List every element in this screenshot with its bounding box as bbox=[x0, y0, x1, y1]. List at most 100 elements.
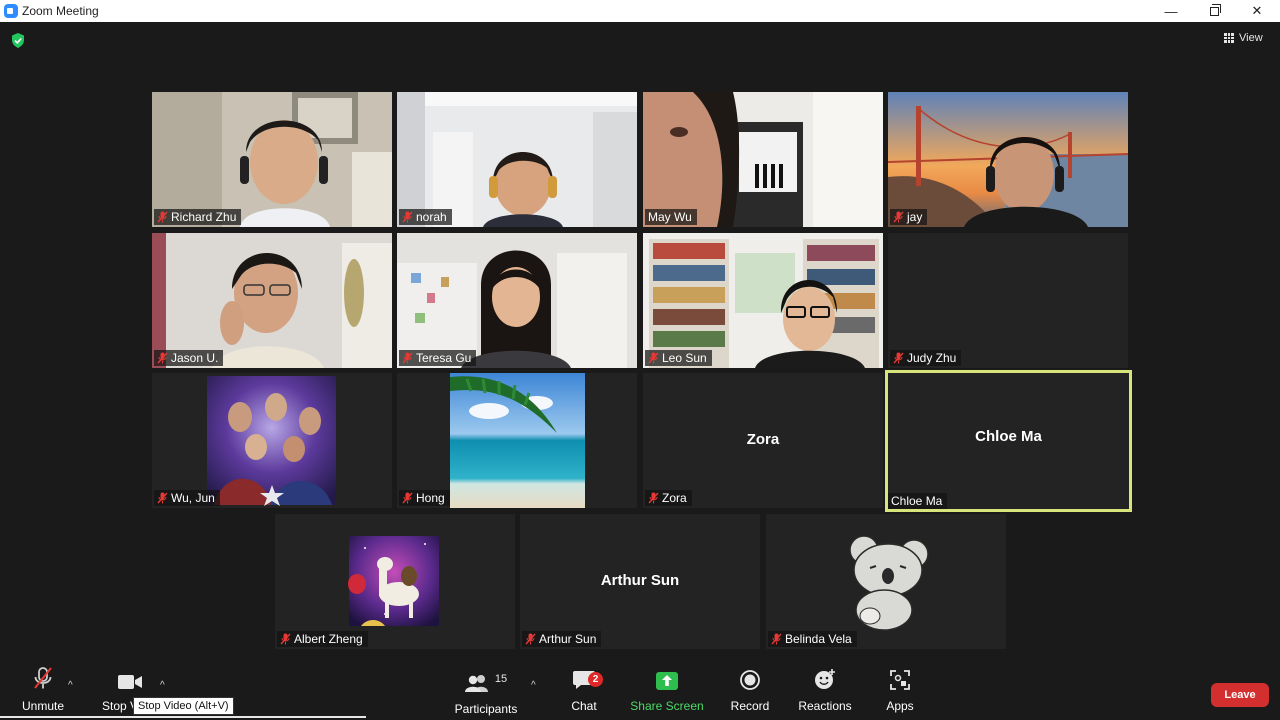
participant-name-label: Hong bbox=[399, 490, 450, 506]
participant-name-label: Belinda Vela bbox=[768, 631, 857, 647]
video-tile-hong[interactable]: Hong bbox=[397, 373, 637, 508]
participant-name-label: Wu, Jun bbox=[154, 490, 220, 506]
participant-video bbox=[152, 92, 392, 227]
restore-icon bbox=[1209, 3, 1221, 16]
video-tile-norah[interactable]: norah bbox=[397, 92, 637, 227]
video-tile-judy-zhu[interactable]: Judy Zhu bbox=[888, 233, 1128, 368]
record-button[interactable]: Record bbox=[728, 664, 772, 720]
video-tile-may-wu[interactable]: May Wu bbox=[643, 92, 883, 227]
participant-name-label: May Wu bbox=[645, 209, 697, 225]
hover-underline bbox=[0, 716, 366, 718]
title-bar: Zoom Meeting — ✕ bbox=[0, 0, 1280, 22]
participant-name-label: norah bbox=[399, 209, 452, 225]
close-button[interactable]: ✕ bbox=[1234, 0, 1280, 22]
video-tile-wu-jun[interactable]: Wu, Jun bbox=[152, 373, 392, 508]
zoom-app-icon bbox=[4, 4, 18, 18]
video-tile-zora[interactable]: Zora Zora bbox=[643, 373, 883, 508]
participant-name: Judy Zhu bbox=[907, 351, 957, 365]
audio-options-caret[interactable]: ^ bbox=[68, 680, 73, 691]
participant-name: Albert Zheng bbox=[294, 632, 363, 646]
microphone-muted-icon bbox=[893, 352, 904, 364]
participant-name-label: Arthur Sun bbox=[522, 631, 602, 647]
microphone-muted-icon bbox=[771, 633, 782, 645]
record-circle-icon bbox=[740, 670, 760, 690]
video-tile-arthur-sun[interactable]: Arthur Sun Arthur Sun bbox=[520, 514, 760, 649]
participant-center-name: Chloe Ma bbox=[975, 428, 1042, 445]
participant-name: May Wu bbox=[648, 210, 692, 224]
microphone-muted-icon bbox=[893, 211, 904, 223]
participant-video bbox=[152, 233, 392, 368]
participants-options-caret[interactable]: ^ bbox=[531, 680, 536, 691]
participants-label: Participants bbox=[454, 702, 518, 716]
participant-name: norah bbox=[416, 210, 447, 224]
participant-name: Arthur Sun bbox=[539, 632, 597, 646]
people-icon bbox=[464, 675, 488, 692]
video-tile-teresa-gu[interactable]: Teresa Gu bbox=[397, 233, 637, 368]
participant-video bbox=[643, 92, 883, 227]
video-tile-chloe-ma-active-speaker[interactable]: Chloe Ma Chloe Ma bbox=[885, 370, 1132, 512]
participant-name: Belinda Vela bbox=[785, 632, 852, 646]
chat-unread-badge: 2 bbox=[588, 672, 603, 687]
video-tile-jay[interactable]: jay bbox=[888, 92, 1128, 227]
leave-meeting-button[interactable]: Leave bbox=[1211, 683, 1269, 707]
microphone-muted-icon bbox=[280, 633, 291, 645]
profile-picture-beach bbox=[450, 373, 585, 508]
video-tile-jason-u[interactable]: Jason U. bbox=[152, 233, 392, 368]
participant-name-label: Leo Sun bbox=[645, 350, 712, 366]
participant-name-label: Richard Zhu bbox=[154, 209, 242, 225]
microphone-muted-icon bbox=[402, 492, 413, 504]
chat-label: Chat bbox=[571, 699, 597, 713]
grid-icon bbox=[1224, 33, 1234, 43]
video-options-caret[interactable]: ^ bbox=[160, 680, 165, 691]
apps-icon bbox=[890, 670, 910, 690]
stop-video-tooltip: Stop Video (Alt+V) bbox=[133, 697, 234, 715]
microphone-muted-icon bbox=[157, 211, 168, 223]
participant-name-label: Jason U. bbox=[154, 350, 224, 366]
participant-name: Hong bbox=[416, 491, 445, 505]
participant-name: Jason U. bbox=[171, 351, 219, 365]
participant-name-label: Albert Zheng bbox=[277, 631, 368, 647]
participant-name-label: jay bbox=[890, 209, 928, 225]
reactions-label: Reactions bbox=[798, 699, 852, 713]
video-tile-leo-sun[interactable]: Leo Sun bbox=[643, 233, 883, 368]
participant-video bbox=[397, 92, 637, 227]
profile-picture-superhero-poster bbox=[207, 376, 336, 506]
participant-name-label: Judy Zhu bbox=[890, 350, 962, 366]
profile-picture-koala bbox=[849, 535, 929, 631]
participant-name: Leo Sun bbox=[662, 351, 707, 365]
microphone-muted-icon bbox=[402, 211, 413, 223]
view-button[interactable]: View bbox=[1224, 32, 1263, 44]
share-screen-button[interactable]: Share Screen bbox=[630, 664, 704, 720]
participant-video bbox=[888, 92, 1128, 227]
participant-center-name: Zora bbox=[746, 431, 780, 448]
participant-name-label: Teresa Gu bbox=[399, 350, 477, 366]
apps-button[interactable]: Apps bbox=[880, 664, 920, 720]
apps-label: Apps bbox=[886, 699, 914, 713]
microphone-muted-icon bbox=[157, 352, 168, 364]
participants-button[interactable]: 15 Participants bbox=[452, 664, 520, 720]
unmute-label: Unmute bbox=[21, 699, 65, 713]
participant-name: Wu, Jun bbox=[171, 491, 215, 505]
view-label: View bbox=[1239, 32, 1263, 44]
microphone-muted-icon bbox=[648, 492, 659, 504]
participant-name: Richard Zhu bbox=[171, 210, 237, 224]
share-screen-label: Share Screen bbox=[630, 699, 704, 713]
zoom-meeting-window: Zoom Meeting — ✕ View Richard Zhu norah … bbox=[0, 0, 1280, 720]
participant-video bbox=[397, 233, 637, 368]
video-tile-albert-zheng[interactable]: Albert Zheng bbox=[275, 514, 515, 649]
participants-count: 15 bbox=[494, 673, 508, 685]
participant-name: Teresa Gu bbox=[416, 351, 472, 365]
smiley-plus-icon bbox=[815, 669, 835, 689]
video-tile-richard-zhu[interactable]: Richard Zhu bbox=[152, 92, 392, 227]
participant-name: Zora bbox=[662, 491, 687, 505]
unmute-button[interactable]: Unmute bbox=[18, 664, 68, 720]
shield-check-icon[interactable] bbox=[11, 33, 25, 48]
window-title: Zoom Meeting bbox=[22, 4, 99, 18]
restore-button[interactable] bbox=[1191, 0, 1237, 22]
video-tile-belinda-vela[interactable]: Belinda Vela bbox=[766, 514, 1006, 649]
microphone-muted-icon bbox=[648, 352, 659, 364]
reactions-button[interactable]: Reactions bbox=[796, 664, 854, 720]
minimize-button[interactable]: — bbox=[1148, 0, 1194, 22]
participant-name-label: Chloe Ma bbox=[888, 493, 948, 509]
microphone-muted-icon bbox=[525, 633, 536, 645]
